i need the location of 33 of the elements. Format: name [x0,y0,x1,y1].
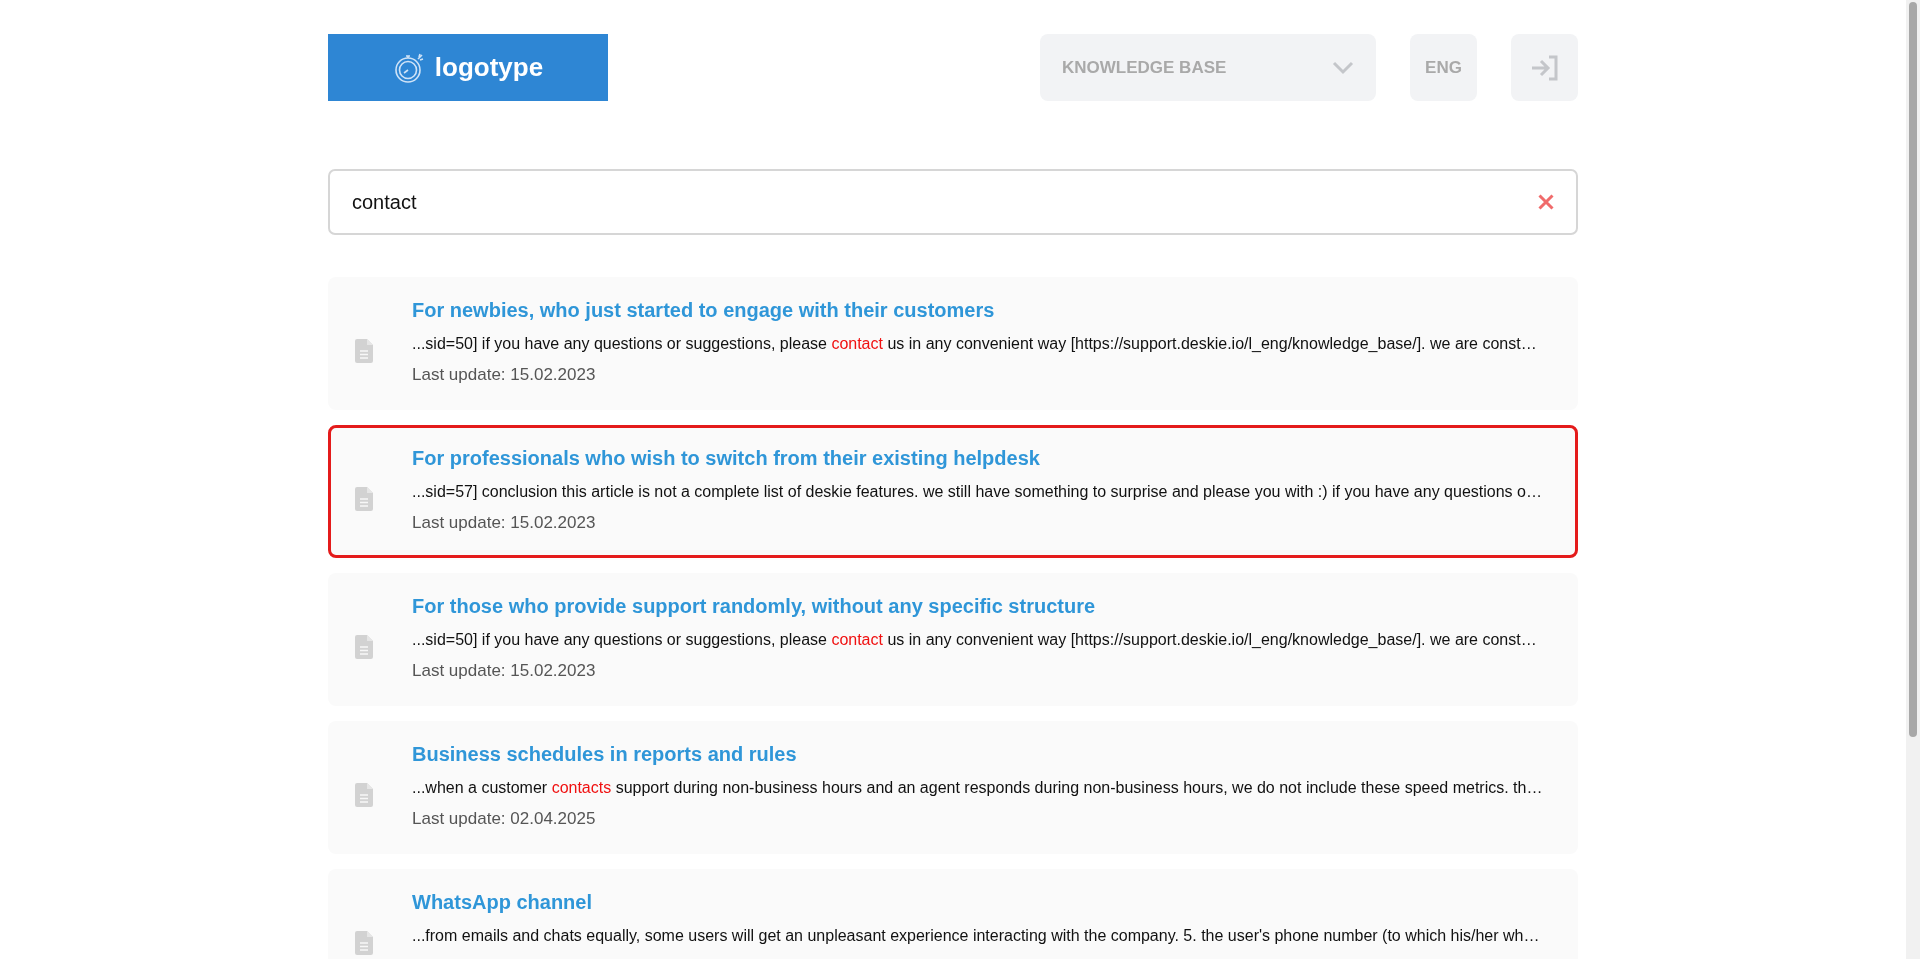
article-snippet: ...from emails and chats equally, some users will get an unpleasant experience interacting with the company. 5. the user's phone number (to which his/her wh… [412,926,1540,945]
search-field[interactable]: contact [328,169,1578,235]
result-card[interactable] [328,573,1578,706]
result-card[interactable] [328,721,1578,854]
article-snippet: ...sid=50] if you have any questions or suggestions, please contact us in any convenient way [https://support.deskie.io/l_eng/knowledge_base/]. we are const… [412,630,1537,649]
scrollbar[interactable] [1906,0,1920,959]
last-update-text: Last update: 02.04.2025 [412,809,597,829]
article-snippet: ...sid=57] conclusion this article is not a complete list of deskie features. we still have something to surprise and please you with :) if you have any questions o… [412,482,1542,501]
article-title-link[interactable]: For those who provide support randomly, without any specific structure [412,594,1537,618]
last-update-text: Last update: 15.02.2023 [412,661,597,681]
article-title-link[interactable]: For newbies, who just started to engage with their customers [412,298,1537,322]
result-card[interactable]: WhatsApp channel ...from emails and chats equally, some users will get an unpleasant experience interacting with the company. 5. the user's phone number (to which his/her wh… [328,869,1578,959]
document-icon [355,487,373,511]
document-icon [355,635,373,659]
logo-text: logotype [434,52,544,83]
article-snippet: ...sid=50] if you have any questions or suggestions, please contact us in any convenient way [https://support.deskie.io/l_eng/knowledge_base/]. we are const… [412,334,1537,353]
article-snippet: ...when a customer contacts support during non-business hours and an agent responds during non-business hours, we do not include these speed metrics. th… [412,778,1543,797]
logo[interactable]: logotype [328,34,608,101]
language-button[interactable]: ENG [1410,34,1477,101]
last-update-text: Last update: 15.02.2023 [412,513,597,533]
document-icon [355,783,373,807]
article-title-link[interactable]: For professionals who wish to switch from their existing helpdesk [412,446,1542,470]
result-card[interactable] [328,277,1578,410]
document-icon [355,931,373,955]
clear-icon[interactable] [1538,194,1554,210]
last-update-text: Last update: 15.02.2023 [412,365,597,385]
section-dropdown[interactable]: KNOWLEDGE BASE [1040,34,1376,101]
login-icon [1529,53,1560,82]
result-card[interactable] [328,425,1578,558]
article-title-link[interactable]: WhatsApp channel [412,890,1540,914]
document-icon [355,339,373,363]
chevron-down-icon [1332,60,1354,75]
article-title-link[interactable]: Business schedules in reports and rules [412,742,1543,766]
